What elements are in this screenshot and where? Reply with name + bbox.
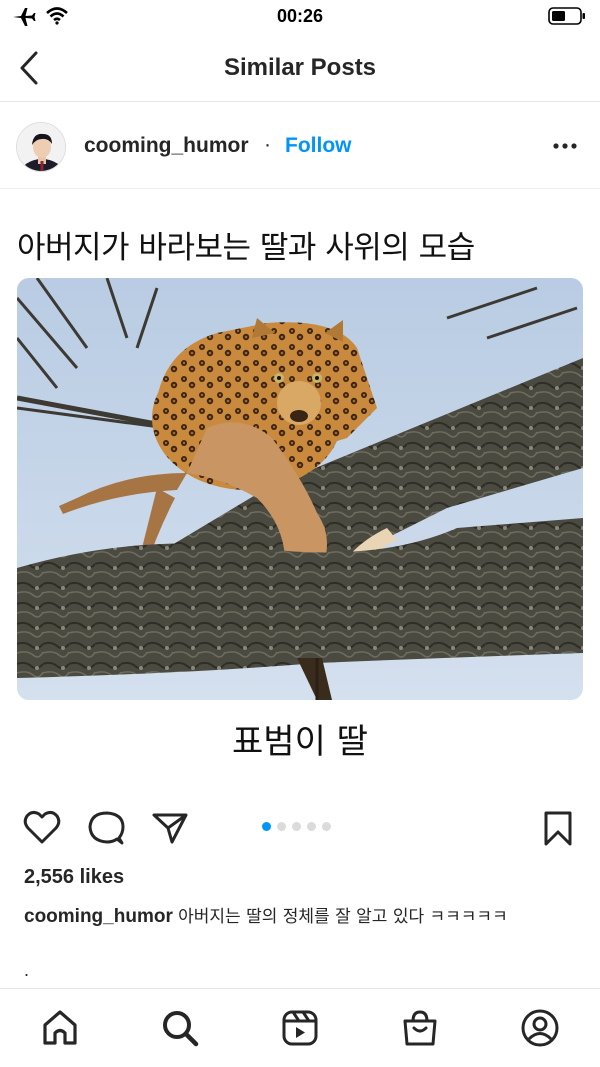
page-title: Similar Posts — [223, 54, 377, 81]
share-icon — [152, 813, 188, 844]
status-time: 00:26 — [276, 6, 324, 26]
likes-count[interactable]: 2,556 likes — [24, 866, 124, 889]
like-button[interactable] — [22, 808, 62, 848]
carousel-dot — [277, 822, 286, 831]
meme-headline: 아버지가 바라보는 딸과 사위의 모습 — [17, 230, 475, 266]
save-button[interactable] — [538, 808, 578, 848]
more-horizontal-icon — [553, 143, 577, 149]
post-actions — [0, 806, 600, 848]
battery-icon — [548, 7, 586, 30]
separator-dot: · — [264, 133, 271, 156]
nav-bar: Similar Posts — [0, 34, 600, 102]
carousel-dot — [262, 822, 271, 831]
carousel-indicator — [262, 822, 331, 831]
post-header: cooming_humor · Follow — [0, 103, 600, 189]
avatar[interactable] — [16, 122, 66, 172]
status-bar: 00:26 — [0, 0, 600, 34]
bottom-tab-bar — [0, 988, 600, 1067]
tab-home[interactable] — [39, 1007, 81, 1049]
bookmark-icon — [544, 811, 572, 846]
post-caption: cooming_humor 아버지는 딸의 정체를 잘 알고 있다 ㅋㅋㅋㅋㅋ — [24, 903, 584, 931]
more-options-button[interactable] — [550, 131, 580, 161]
carousel-dot — [322, 822, 331, 831]
comment-icon — [88, 811, 125, 845]
search-icon — [163, 1011, 199, 1047]
meme-bottom-caption: 표범이 딸 — [232, 722, 368, 762]
profile-icon — [521, 1009, 559, 1047]
caption-text: 아버지는 딸의 정체를 잘 알고 있다 ㅋㅋㅋㅋㅋ — [178, 907, 508, 927]
share-button[interactable] — [150, 808, 190, 848]
carousel-dot — [292, 822, 301, 831]
post-media[interactable]: 아버지가 바라보는 딸과 사위의 모습 표범이 딸 — [0, 190, 600, 790]
tab-profile[interactable] — [519, 1007, 561, 1049]
heart-icon — [23, 810, 61, 844]
carousel-dot — [307, 822, 316, 831]
tab-search[interactable] — [159, 1007, 201, 1049]
comment-button[interactable] — [86, 808, 126, 848]
follow-button[interactable]: Follow — [285, 134, 352, 158]
caption-more: . — [24, 960, 30, 980]
reels-icon — [282, 1010, 318, 1046]
post-username[interactable]: cooming_humor — [84, 134, 249, 158]
leopard-photo — [17, 278, 583, 700]
home-icon — [43, 1010, 77, 1045]
shop-icon — [403, 1010, 437, 1046]
tab-shop[interactable] — [399, 1007, 441, 1049]
caption-username[interactable]: cooming_humor — [24, 906, 173, 927]
tab-reels[interactable] — [279, 1007, 321, 1049]
